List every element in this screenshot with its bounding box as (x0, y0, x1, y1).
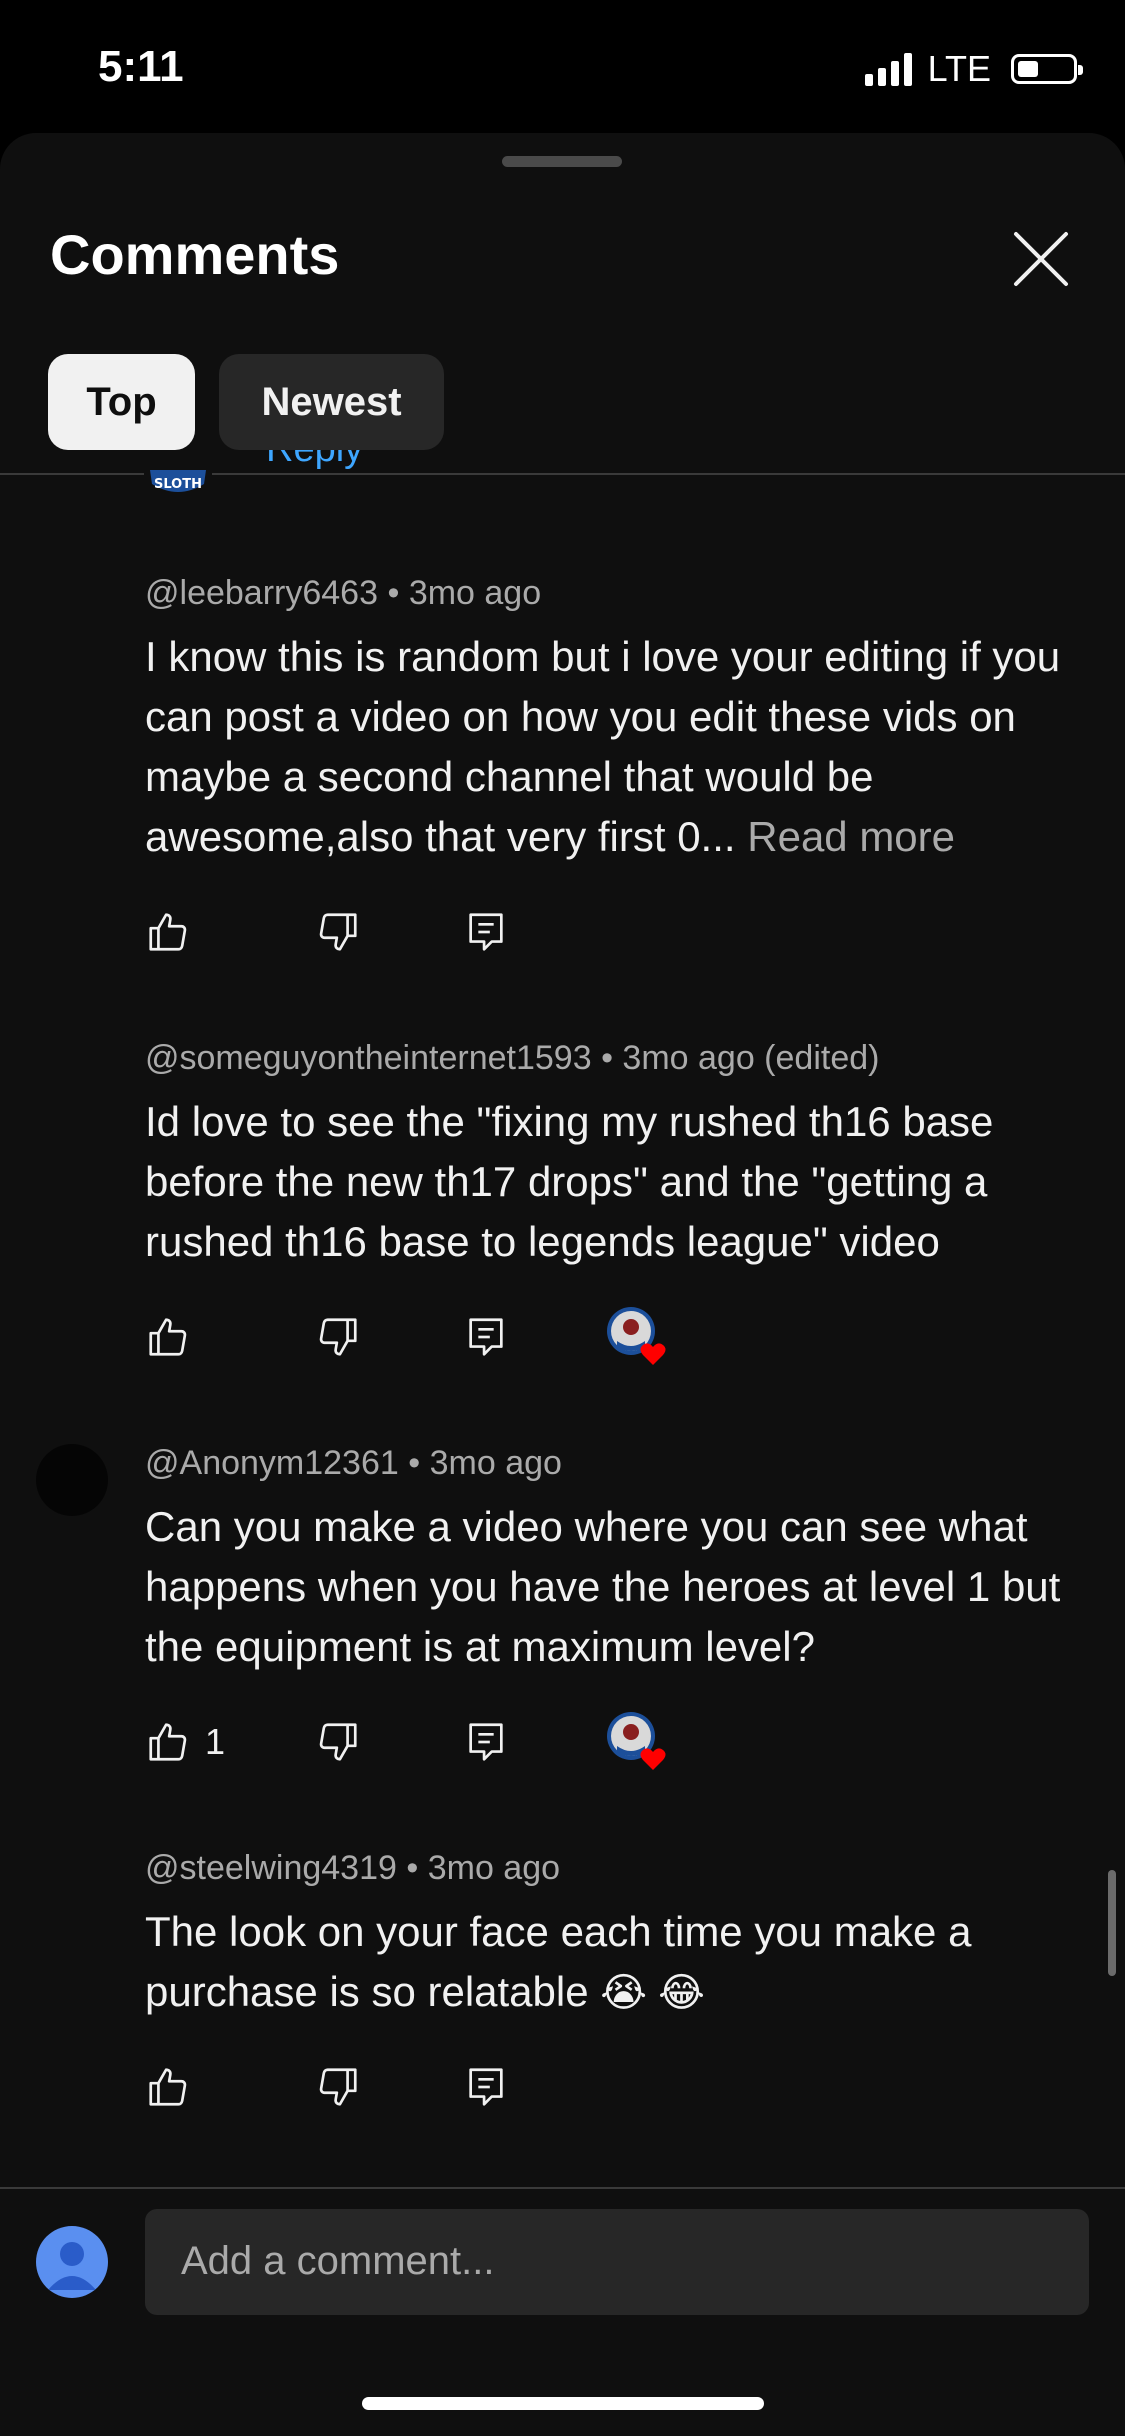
comment-author[interactable]: @someguyontheinternet1593 (145, 1039, 592, 1077)
comment-icon (469, 1318, 503, 1356)
reply-link-label: Reply (266, 450, 363, 470)
comment-text: I know this is random but i love your ed… (145, 633, 1061, 860)
creator-heart-icon (607, 1712, 666, 1770)
like-button[interactable] (145, 902, 191, 962)
comment-actions (145, 902, 745, 962)
comment-icon (469, 1723, 503, 1761)
status-right: LTE (864, 48, 1083, 90)
battery-icon (1011, 54, 1083, 84)
scrollbar[interactable] (1108, 1870, 1116, 1976)
channel-avatar-icon: SLOTH (144, 470, 212, 500)
comment-actions: 1 (145, 1712, 745, 1772)
comment-item: @someguyontheinternet1593 • 3mo ago (edi… (145, 1038, 1065, 1272)
reply-button[interactable] (463, 2057, 509, 2117)
comment-actions (145, 2057, 745, 2117)
dislike-button[interactable] (315, 902, 361, 962)
comment-author[interactable]: @steelwing4319 (145, 1849, 397, 1887)
comment-age: 3mo ago (edited) (622, 1039, 880, 1077)
signal-icon (864, 52, 912, 86)
comment-item: @Anonym12361 • 3mo ago Can you make a vi… (145, 1443, 1065, 1677)
person-icon (48, 2242, 96, 2290)
like-button[interactable] (145, 2057, 191, 2117)
network-label: LTE (927, 48, 991, 89)
like-button[interactable]: 1 (145, 1712, 225, 1772)
reply-button[interactable] (463, 1712, 509, 1772)
comment-author[interactable]: @Anonym12361 (145, 1444, 399, 1482)
status-time: 5:11 (98, 42, 184, 91)
comment-author[interactable]: @leebarry6463 (145, 574, 378, 612)
thumbs-up-icon (149, 2068, 187, 2106)
comment-text: The look on your face each time you make… (145, 1908, 972, 2015)
comment-meta: @someguyontheinternet1593 • 3mo ago (edi… (145, 1039, 880, 1077)
drag-handle[interactable] (502, 156, 622, 167)
comment-meta: @leebarry6463 • 3mo ago (145, 574, 542, 612)
dislike-button[interactable] (315, 1307, 361, 1367)
comment-actions (145, 1307, 745, 1367)
read-more-link[interactable]: Read more (747, 813, 955, 860)
status-bar: 5:11 LTE (0, 0, 1125, 135)
comment-age: 3mo ago (408, 574, 542, 612)
comment-meta: @steelwing4319 • 3mo ago (145, 1849, 561, 1887)
comment-age: 3mo ago (427, 1849, 561, 1887)
reply-button[interactable] (463, 902, 509, 962)
thumbs-up-icon (149, 1318, 187, 1356)
reply-button[interactable] (463, 1307, 509, 1367)
thumbs-down-icon (319, 2068, 357, 2106)
composer-divider (0, 2187, 1125, 2189)
emoji: 😭 😂 (600, 1971, 705, 2015)
home-indicator (362, 2397, 764, 2410)
thumbs-down-icon (319, 1723, 357, 1761)
comment-input[interactable]: Add a comment... (145, 2209, 1089, 2315)
sheet-title: Comments (50, 223, 340, 286)
dislike-button[interactable] (315, 2057, 361, 2117)
like-count: 1 (205, 1721, 226, 1762)
comment-text: Can you make a video where you can see w… (145, 1503, 1061, 1670)
channel-logo-text: SLOTH (154, 477, 202, 492)
like-button[interactable] (145, 1307, 191, 1367)
close-icon[interactable] (1008, 226, 1074, 292)
comment-item: @leebarry6463 • 3mo ago I know this is r… (145, 573, 1065, 867)
comment-age: 3mo ago (429, 1444, 562, 1482)
thumbs-down-icon (319, 1318, 357, 1356)
thumbs-up-icon (149, 1723, 187, 1761)
tab-top[interactable]: Top (48, 354, 195, 450)
comment-text: Id love to see the "fixing my rushed th1… (145, 1098, 994, 1265)
comment-item: @steelwing4319 • 3mo ago The look on you… (145, 1848, 1065, 2023)
avatar[interactable] (36, 1444, 108, 1516)
tab-newest[interactable]: Newest (219, 354, 444, 450)
comment-input-placeholder: Add a comment... (181, 2239, 495, 2283)
user-avatar (36, 2226, 108, 2298)
thumbs-down-icon (319, 913, 357, 951)
comment-icon (469, 913, 503, 951)
thumbs-up-icon (149, 913, 187, 951)
reply-link[interactable]: Reply (266, 450, 363, 488)
comment-icon (469, 2068, 503, 2106)
creator-heart-icon (607, 1307, 666, 1365)
dislike-button[interactable] (315, 1712, 361, 1772)
comment-meta: @Anonym12361 • 3mo ago (145, 1444, 562, 1482)
